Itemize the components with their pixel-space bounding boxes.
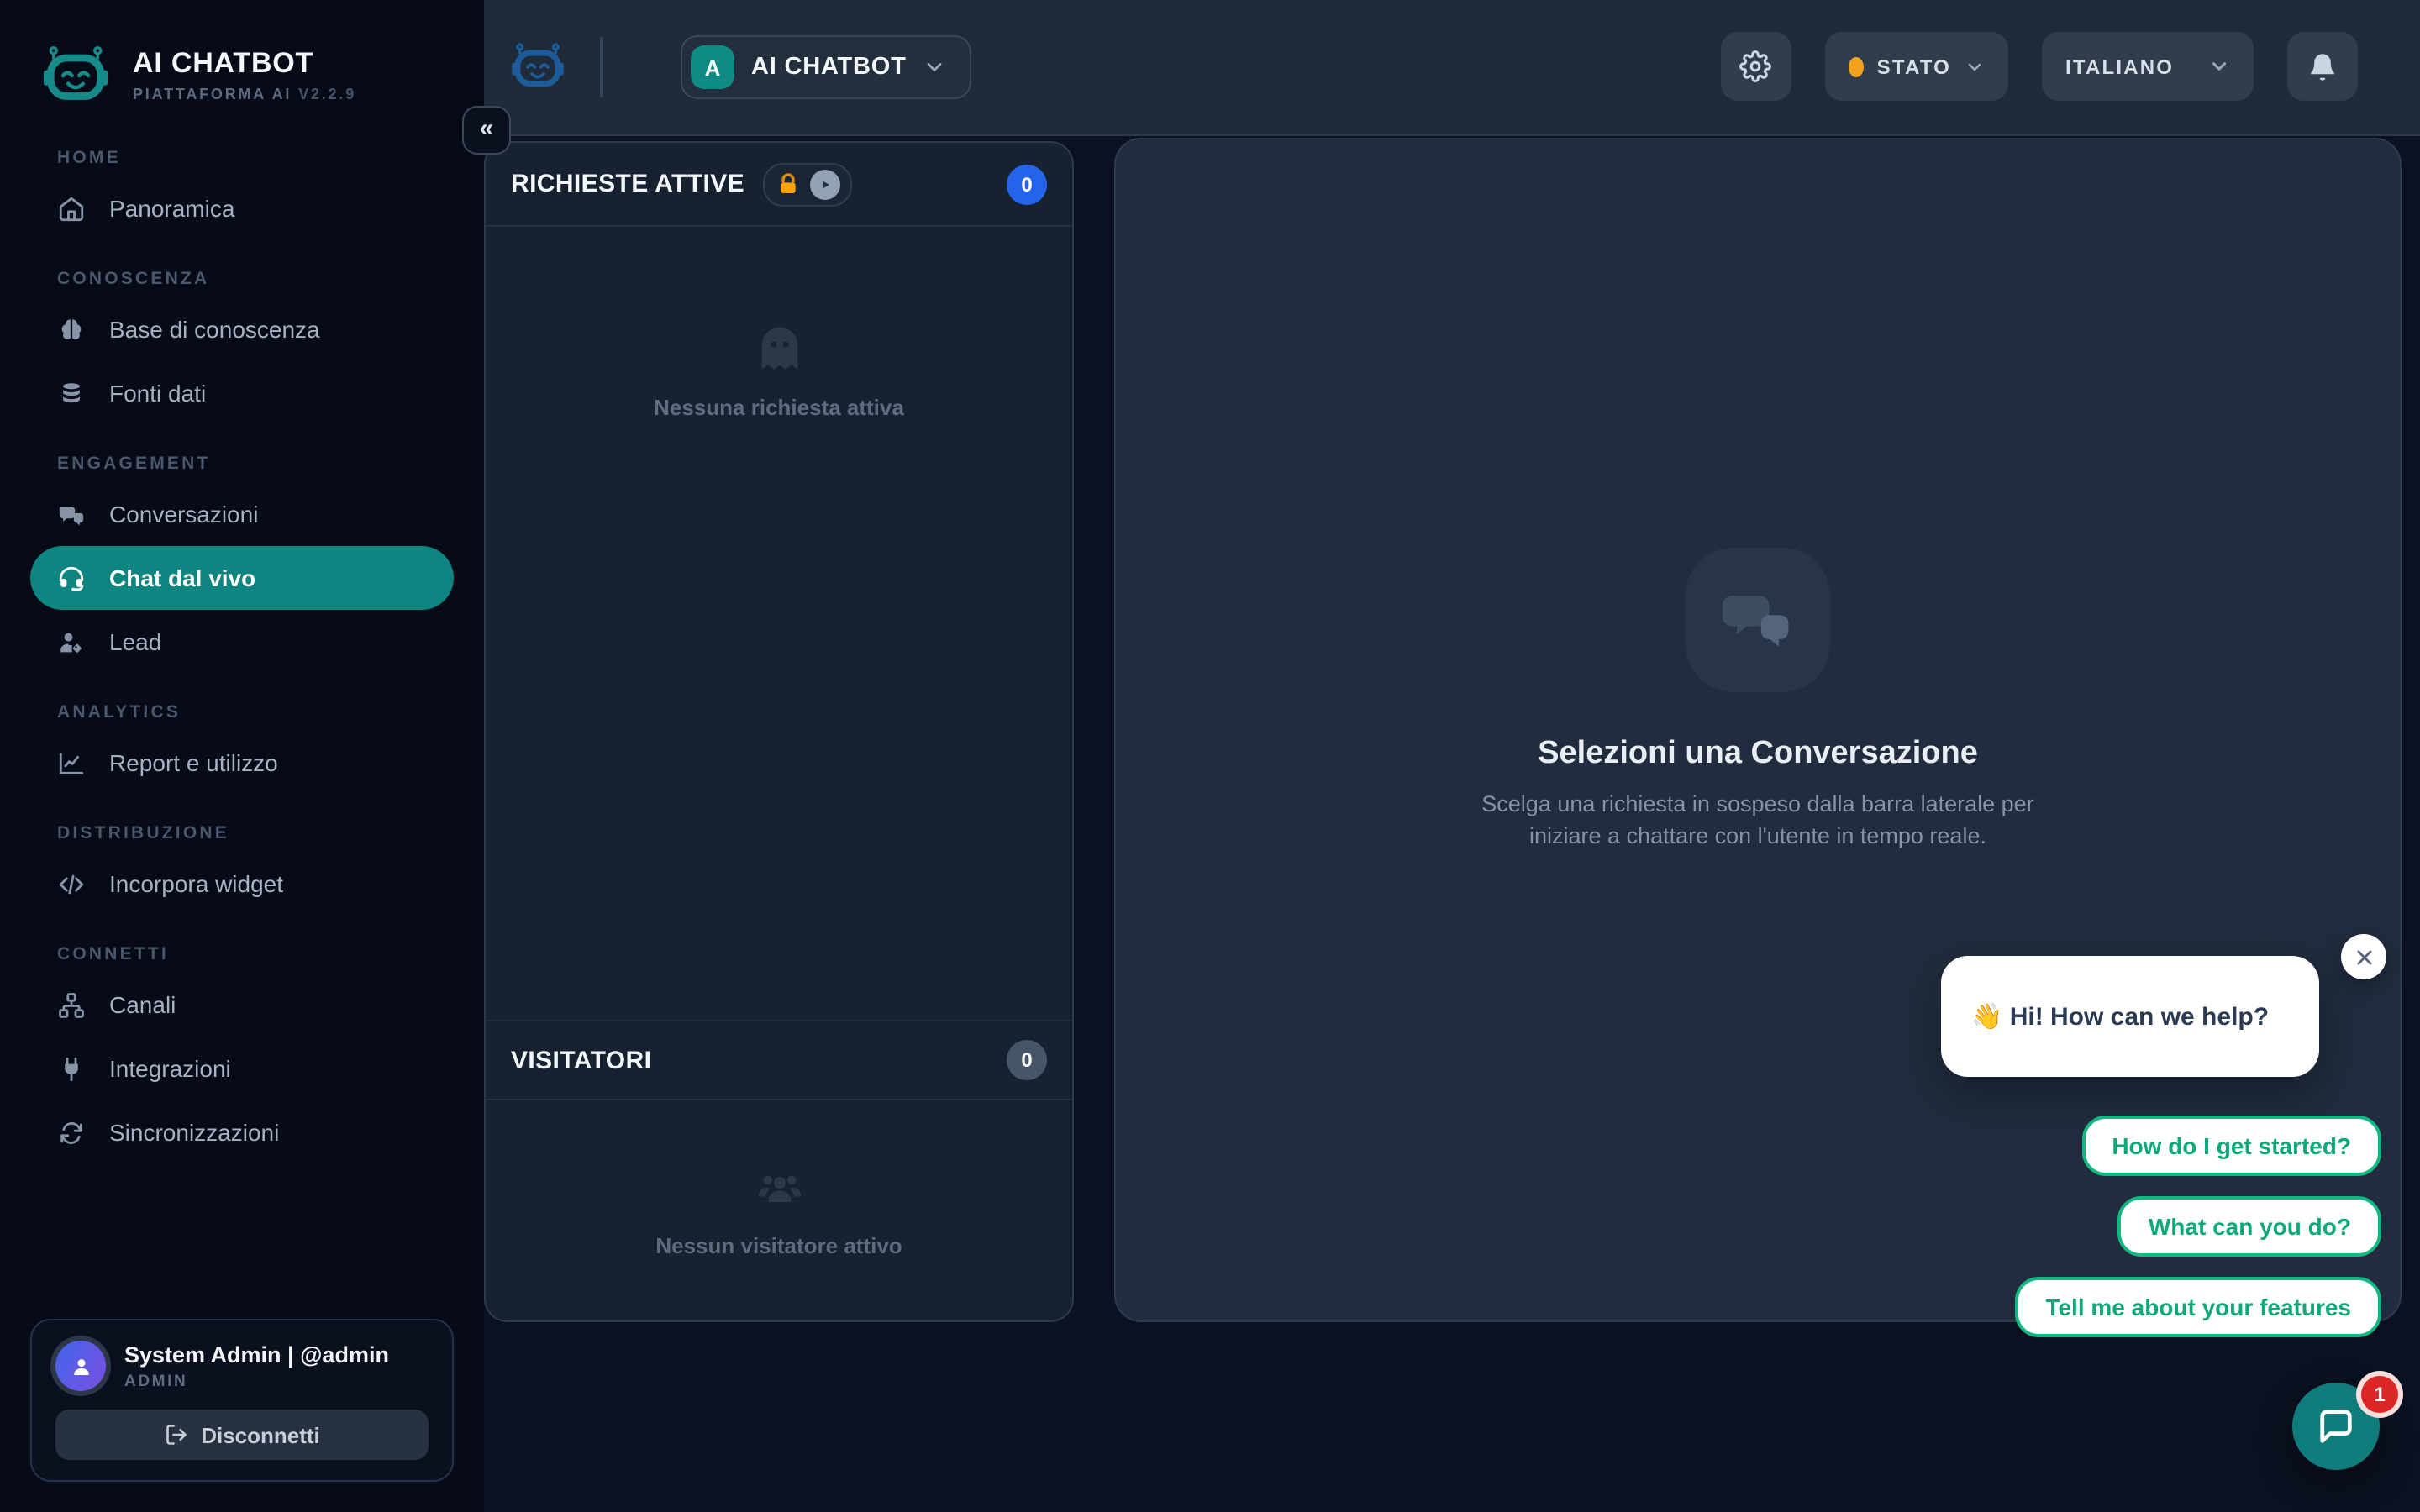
home-icon [57,194,86,223]
avatar [55,1341,106,1391]
bot-avatar: A [691,45,734,89]
logout-button[interactable]: Disconnetti [55,1410,429,1460]
status-dot [1849,56,1864,76]
top-header: A AI CHATBOT STATO [484,0,2420,136]
lock-icon [775,171,802,197]
header-robot-logo-icon [509,39,566,96]
live-chat-dashboard: AI CHATBOT PIATTAFORMA AIV2.2.9 HOME Pan… [0,0,2420,1512]
bell-icon [2307,51,2338,81]
code-icon [57,869,86,898]
chevron-down-icon [2208,55,2230,77]
chevron-down-icon [1965,56,1985,76]
auto-accept-toggle[interactable] [763,162,852,206]
chevron-down-icon [923,55,947,79]
user-tag-icon [57,627,86,656]
visitors-empty-text: Nessun visitatore attivo [655,1232,902,1257]
user-name: System Admin | @admin [124,1341,389,1367]
user-card: System Admin | @admin ADMIN Disconnetti [30,1319,454,1482]
requests-panel: RICHIESTE ATTIVE 0 Nessuna richiest [484,141,1074,1322]
conversation-empty-subtitle: Scelga una richiesta in sospeso dalla ba… [1462,789,2054,853]
chat-widget-greeting: 👋 Hi! How can we help? [1941,956,2319,1077]
nav-section-home: HOME [57,148,484,168]
network-icon [57,990,86,1019]
sidebar-item-incorpora-widget[interactable]: Incorpora widget [30,852,454,916]
visitors-count-badge: 0 [1007,1040,1047,1080]
close-icon[interactable] [2341,934,2386,979]
brand: AI CHATBOT PIATTAFORMA AIV2.2.9 [0,0,484,111]
conversation-empty-state: Selezioni una Conversazione Scelga una r… [1462,547,2054,853]
user-role: ADMIN [124,1372,389,1390]
chat-suggestions: How do I get started? What can you do? T… [1877,1116,2381,1337]
sidebar-item-lead[interactable]: Lead [30,610,454,674]
sidebar-nav: HOME Panoramica CONOSCENZA Base di conos… [0,148,484,1164]
app-subtitle: PIATTAFORMA AIV2.2.9 [133,87,356,103]
gear-icon [1740,50,1772,82]
nav-section-conoscenza: CONOSCENZA [57,269,484,289]
visitors-panel-header: VISITATORI 0 [486,1020,1072,1100]
requests-title: RICHIESTE ATTIVE [511,170,744,198]
chart-line-icon [57,748,86,777]
nav-section-engagement: ENGAGEMENT [57,454,484,474]
notifications-button[interactable] [2287,32,2358,101]
double-chevron-left-icon: « [480,114,494,143]
bot-selector-dropdown[interactable]: A AI CHATBOT [681,35,972,99]
sidebar-item-canali[interactable]: Canali [30,973,454,1037]
nav-section-connetti: CONNETTI [57,944,484,964]
database-icon [57,379,86,407]
unread-count-badge: 1 [2356,1371,2403,1418]
sidebar-item-panoramica[interactable]: Panoramica [30,176,454,240]
nav-section-analytics: ANALYTICS [57,702,484,722]
sidebar-item-conversazioni[interactable]: Conversazioni [30,482,454,546]
language-select[interactable]: ITALIANO [2042,32,2254,101]
visitors-title: VISITATORI [511,1046,651,1074]
requests-panel-header: RICHIESTE ATTIVE 0 [486,143,1072,227]
sidebar-item-fonti-dati[interactable]: Fonti dati [30,361,454,425]
headset-icon [57,564,86,592]
requests-empty-state: Nessuna richiesta attiva [486,227,1072,1020]
suggestion-chip-what-can-you-do[interactable]: What can you do? [2118,1196,2381,1257]
ghost-icon [752,323,806,376]
brain-icon [57,315,86,344]
sync-icon [57,1118,86,1147]
sidebar-item-chat-dal-vivo[interactable]: Chat dal vivo [30,546,454,610]
chat-bubbles-icon [1686,547,1830,691]
visitors-group-icon [754,1163,804,1214]
nav-section-distribuzione: DISTRIBUZIONE [57,823,484,843]
logout-icon [164,1423,187,1446]
sidebar: AI CHATBOT PIATTAFORMA AIV2.2.9 HOME Pan… [0,0,484,1512]
sidebar-item-integrazioni[interactable]: Integrazioni [30,1037,454,1100]
app-version: V2.2.9 [298,87,356,103]
greeting-text: 👋 Hi! How can we help? [1971,1001,2269,1032]
sidebar-collapse-button[interactable]: « [462,106,511,155]
conversation-empty-title: Selezioni una Conversazione [1538,735,1978,772]
play-button[interactable] [810,169,840,199]
header-actions: STATO ITALIANO [1721,32,2358,101]
suggestion-chip-get-started[interactable]: How do I get started? [2081,1116,2381,1176]
requests-empty-text: Nessuna richiesta attiva [654,395,904,420]
app-title: AI CHATBOT [133,48,356,79]
chat-bubbles-icon [57,500,86,528]
chat-bubble-icon [2314,1404,2358,1448]
visitors-empty-state: Nessun visitatore attivo [486,1100,1072,1320]
sidebar-item-report-e-utilizzo[interactable]: Report e utilizzo [30,731,454,795]
sidebar-item-base-di-conoscenza[interactable]: Base di conoscenza [30,297,454,361]
status-dropdown[interactable]: STATO [1825,32,2008,101]
plug-icon [57,1054,86,1083]
suggestion-chip-features[interactable]: Tell me about your features [2015,1277,2381,1337]
header-divider [600,37,603,97]
requests-count-badge: 0 [1007,164,1047,204]
settings-button[interactable] [1721,32,1791,101]
sidebar-item-sincronizzazioni[interactable]: Sincronizzazioni [30,1100,454,1164]
robot-logo-icon [40,40,111,111]
